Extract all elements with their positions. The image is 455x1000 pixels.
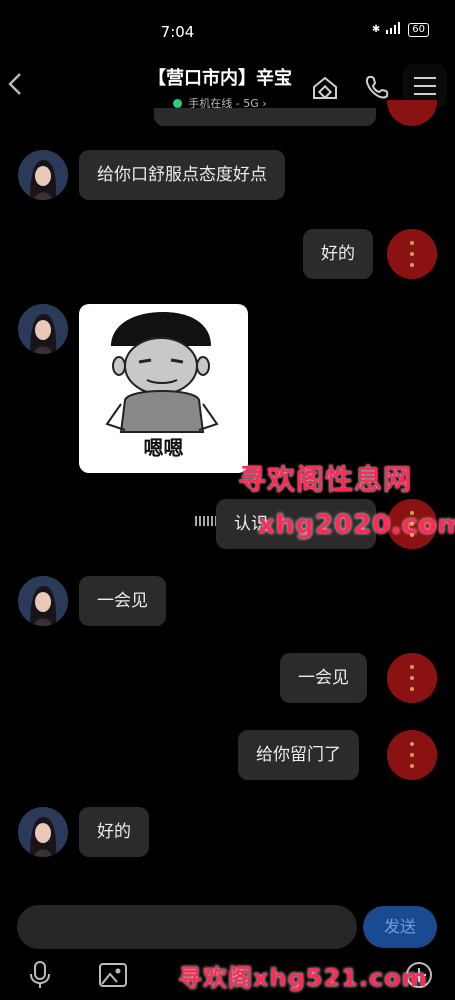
avatar-right[interactable] — [387, 653, 437, 703]
online-dot — [173, 99, 183, 108]
avatar-left[interactable] — [18, 807, 68, 857]
home-icon[interactable] — [308, 70, 342, 104]
image-icon[interactable] — [98, 960, 128, 990]
previous-message-bubble — [154, 108, 376, 126]
battery-icon: 60 — [408, 22, 429, 37]
avatar-red-icon — [387, 229, 437, 279]
menu-line — [414, 85, 436, 87]
chevron-left-icon — [8, 73, 21, 95]
bluetooth-icon: ✱ — [371, 24, 381, 35]
watermark-url: xhg2020.com — [258, 510, 455, 540]
avatar-right — [387, 100, 437, 126]
message-bubble[interactable]: 一会见 — [79, 576, 166, 626]
avatar-girl-icon — [18, 150, 68, 200]
message-list[interactable]: 给你口舒服点态度好点 好的 嗯嗯 认识 寻欢阁性息网 xhg2020.com 一 — [0, 100, 455, 898]
message-bubble[interactable]: 一会见 — [280, 653, 367, 703]
sticker-caption: 嗯嗯 — [143, 436, 184, 460]
status-time: 7:04 — [160, 23, 195, 41]
bottom-toolbar: 寻欢阁xhg521.com — [0, 958, 455, 1000]
watermark-bottom: 寻欢阁xhg521.com — [178, 964, 428, 992]
avatar-left[interactable] — [18, 150, 68, 200]
message-bubble[interactable]: 给你口舒服点态度好点 — [79, 150, 285, 200]
chat-title: 【营口市内】辛宝 — [148, 68, 292, 89]
send-button[interactable]: 发送 — [363, 906, 437, 948]
avatar-girl-icon — [18, 304, 68, 354]
avatar-red-icon — [387, 653, 437, 703]
system-icons: ✱ 60 — [372, 22, 429, 37]
status-bar: 7:04 ✱ 60 — [0, 0, 455, 60]
input-bar: 发送 — [0, 898, 455, 958]
avatar-girl-icon — [18, 576, 68, 626]
avatar-left[interactable] — [18, 576, 68, 626]
chat-title-area[interactable]: 【营口市内】辛宝 手机在线 - 5G › — [130, 64, 310, 111]
avatar-right[interactable] — [387, 730, 437, 780]
watermark-text: 寻欢阁性息网 — [238, 463, 413, 496]
message-bubble[interactable]: 好的 — [79, 807, 149, 857]
menu-line — [414, 93, 436, 95]
message-input[interactable] — [17, 905, 357, 949]
message-bubble[interactable]: 给你留门了 — [238, 730, 359, 780]
back-button[interactable] — [6, 70, 26, 100]
signal-icon — [385, 22, 403, 37]
phone-icon[interactable] — [360, 70, 394, 104]
microphone-icon[interactable] — [25, 960, 55, 990]
avatar-right[interactable] — [387, 229, 437, 279]
menu-line — [414, 77, 436, 79]
message-bubble[interactable]: 好的 — [303, 229, 373, 279]
sticker-image[interactable]: 嗯嗯 — [79, 304, 248, 473]
avatar-red-icon — [387, 730, 437, 780]
avatar-girl-icon — [18, 807, 68, 857]
avatar-left[interactable] — [18, 304, 68, 354]
